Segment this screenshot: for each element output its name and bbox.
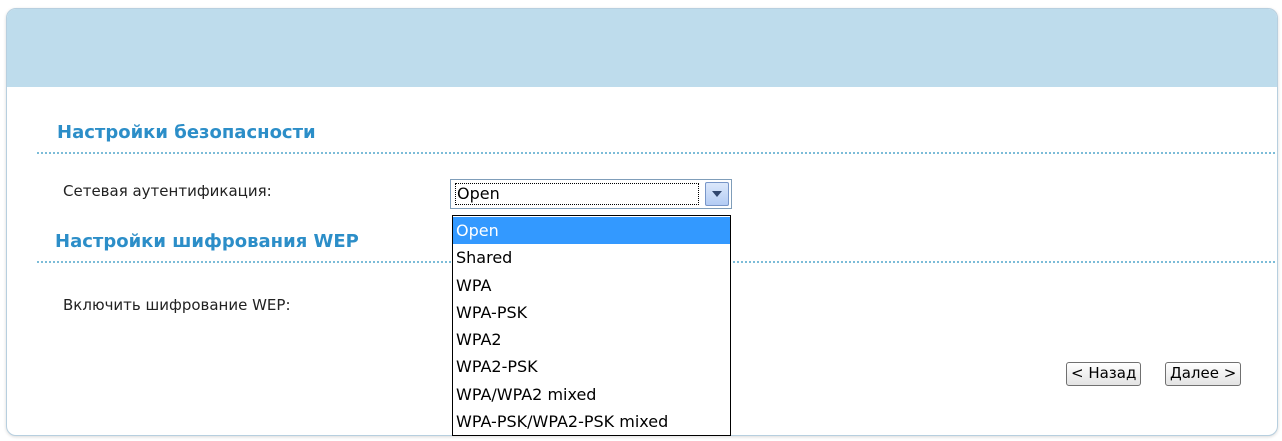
chevron-down-icon[interactable] <box>705 182 729 206</box>
auth-option-wpa2[interactable]: WPA2 <box>453 326 730 353</box>
auth-option-open[interactable]: Open <box>453 217 730 245</box>
auth-option-wpa2-psk[interactable]: WPA2-PSK <box>453 353 730 380</box>
auth-option-shared[interactable]: Shared <box>453 244 730 271</box>
back-button[interactable]: < Назад <box>1066 362 1142 386</box>
enable-wep-label: Включить шифрование WEP: <box>63 296 291 314</box>
wep-settings-title: Настройки шифрования WEP <box>55 231 359 252</box>
network-auth-select[interactable]: Open <box>450 179 732 209</box>
auth-option-wpa-psk[interactable]: WPA-PSK <box>453 299 730 326</box>
auth-option-wpa[interactable]: WPA <box>453 272 730 299</box>
next-button[interactable]: Далее > <box>1165 362 1242 386</box>
security-section-divider <box>37 152 1275 154</box>
panel-header-bar <box>7 9 1277 87</box>
network-auth-label: Сетевая аутентификация: <box>63 182 272 200</box>
security-settings-title: Настройки безопасности <box>57 122 316 143</box>
network-auth-dropdown-list: Open Shared WPA WPA-PSK WPA2 WPA2-PSK WP… <box>452 215 731 436</box>
auth-option-wpa-psk-wpa2-psk-mixed[interactable]: WPA-PSK/WPA2-PSK mixed <box>453 408 730 435</box>
network-auth-selected-value: Open <box>455 183 699 205</box>
auth-option-wpa-wpa2-mixed[interactable]: WPA/WPA2 mixed <box>453 381 730 408</box>
